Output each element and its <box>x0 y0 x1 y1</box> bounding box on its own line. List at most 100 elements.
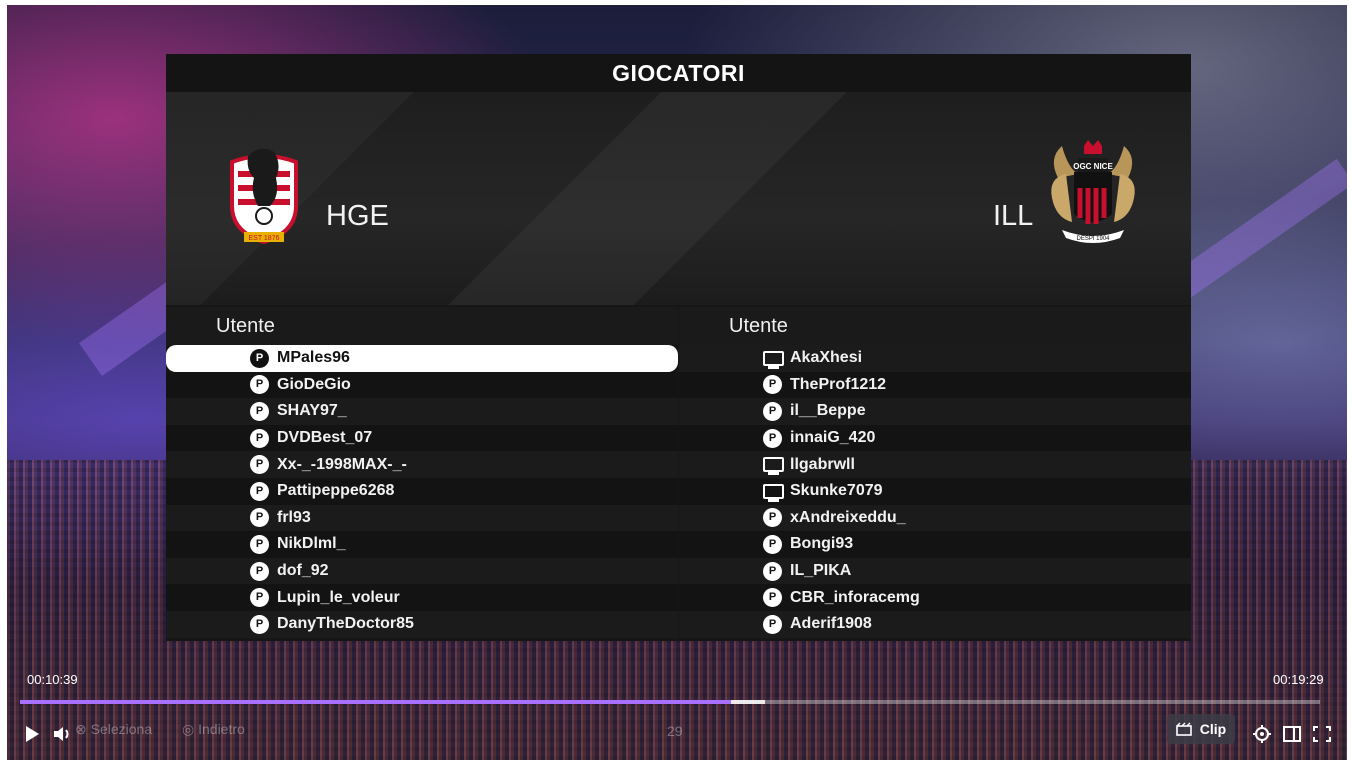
pc-icon <box>763 457 784 476</box>
player-row[interactable]: P DVDBest_07 <box>166 424 678 452</box>
seek-bar-buffered <box>731 700 765 704</box>
player-name: llgabrwll <box>790 455 855 473</box>
player-name: Bongi93 <box>790 535 854 553</box>
player-row[interactable]: P NikDlml_ <box>166 531 678 558</box>
player-row[interactable]: Skunke7079 <box>679 477 1191 505</box>
playstation-icon: P <box>250 588 269 608</box>
clip-label: Clip <box>1199 721 1227 737</box>
player-row[interactable]: P Lupin_le_voleur <box>166 584 678 611</box>
circle-button-icon: ◎ <box>182 721 195 737</box>
player-name: DVDBest_07 <box>277 429 373 447</box>
player-name: xAndreixeddu_ <box>790 508 906 526</box>
players-panel: GIOCATORI EST 1876 HGE ILL OGC NICE DESP… <box>166 54 1191 641</box>
player-row[interactable]: Pfrl93 <box>166 504 678 532</box>
fullscreen-icon[interactable] <box>1313 726 1331 742</box>
clip-button[interactable]: Clip <box>1167 714 1235 744</box>
home-team-name: HGE <box>326 200 389 232</box>
player-name: Aderif1908 <box>790 615 872 633</box>
playstation-icon: P <box>763 428 782 448</box>
pc-icon <box>763 483 784 502</box>
player-row[interactable]: AkaXhesi <box>679 345 1191 372</box>
player-name: dof_92 <box>277 562 329 580</box>
player-row[interactable]: P Aderif1908 <box>679 610 1191 638</box>
playstation-icon: P <box>763 561 782 581</box>
playstation-icon: P <box>763 508 782 528</box>
playstation-icon: P <box>250 455 269 475</box>
player-name: il__Beppe <box>790 402 866 420</box>
player-row[interactable]: PxAndreixeddu_ <box>679 504 1191 532</box>
away-team-name: ILL <box>993 200 1034 232</box>
playstation-icon: P <box>250 428 269 448</box>
player-row[interactable]: PinnaiG_420 <box>679 424 1191 452</box>
away-players-list: AkaXhesi P TheProf1212 Pil__Beppe PinnaiG_42… <box>679 345 1191 638</box>
seek-bar[interactable] <box>20 700 1320 704</box>
home-players-list: P MPales96 P GioDeGio P SHAY97_ P DVDBest_07 P Xx… <box>166 345 678 638</box>
player-row[interactable]: P MPales96 <box>166 345 678 372</box>
player-row[interactable]: P GioDeGio <box>166 371 678 399</box>
player-row[interactable]: Pdof_92 <box>166 557 678 585</box>
playstation-icon: P <box>763 588 782 608</box>
away-team-crest: OGC NICE DESPI 1904 <box>1051 140 1135 243</box>
svg-text:DESPI 1904: DESPI 1904 <box>1076 236 1110 242</box>
home-column-header: Utente <box>166 307 678 345</box>
player-name: Skunke7079 <box>790 482 883 500</box>
player-row[interactable]: P DanyTheDoctor85 <box>166 610 678 638</box>
playstation-icon: P <box>250 614 269 634</box>
panel-title: GIOCATORI <box>166 54 1191 92</box>
playstation-icon: P <box>250 401 269 421</box>
player-name: CBR_inforacemg <box>790 588 920 606</box>
player-row[interactable]: P SHAY97_ <box>166 398 678 425</box>
volume-icon[interactable] <box>53 725 73 743</box>
playstation-icon: P <box>763 534 782 554</box>
game-hint-back: ◎ Indietro <box>182 721 245 737</box>
player-name: IL_PIKA <box>790 562 852 580</box>
playstation-icon: P <box>250 534 269 554</box>
player-row[interactable]: P IL_PIKA <box>679 557 1191 585</box>
player-name: AkaXhesi <box>790 349 863 367</box>
teams-header: EST 1876 HGE ILL OGC NICE DESPI 1904 <box>166 92 1191 305</box>
player-name: MPales96 <box>277 349 350 367</box>
player-row[interactable]: Pil__Beppe <box>679 398 1191 425</box>
svg-text:EST 1876: EST 1876 <box>248 235 279 242</box>
player-row[interactable]: P Pattipeppe6268 <box>166 477 678 505</box>
player-row[interactable]: P TheProf1212 <box>679 371 1191 399</box>
settings-gear-icon[interactable] <box>1253 725 1271 743</box>
svg-text:OGC NICE: OGC NICE <box>1073 162 1113 171</box>
player-name: DanyTheDoctor85 <box>277 615 414 633</box>
clip-icon <box>1175 722 1192 736</box>
player-name: NikDlml_ <box>277 535 346 553</box>
playstation-icon: P <box>250 348 269 368</box>
seek-bar-played <box>20 700 732 704</box>
play-icon[interactable] <box>24 725 40 743</box>
game-hint-select: ⊗ Seleziona <box>75 721 153 737</box>
away-column-header: Utente <box>679 307 1191 345</box>
game-hint-number: 29 <box>667 723 683 739</box>
player-name: Xx-_-1998MAX-_- <box>277 455 407 473</box>
player-name: SHAY97_ <box>277 402 347 420</box>
playstation-icon: P <box>250 508 269 528</box>
player-name: GioDeGio <box>277 375 351 393</box>
home-team-crest: EST 1876 <box>230 148 298 245</box>
player-row[interactable]: P Xx-_-1998MAX-_- <box>166 451 678 478</box>
playstation-icon: P <box>250 375 269 395</box>
player-name: frl93 <box>277 508 311 526</box>
playstation-icon: P <box>250 561 269 581</box>
playstation-icon: P <box>250 481 269 501</box>
home-players-column: Utente P MPales96 P GioDeGio P SHAY97_ P DVDBes… <box>166 307 678 638</box>
player-name: Lupin_le_voleur <box>277 588 400 606</box>
playstation-icon: P <box>763 375 782 395</box>
away-players-column: Utente AkaXhesi P TheProf1212 Pil__Beppe Pin… <box>679 307 1191 638</box>
player-name: TheProf1212 <box>790 375 887 393</box>
player-row[interactable]: P CBR_inforacemg <box>679 584 1191 611</box>
playstation-icon: P <box>763 614 782 634</box>
player-row[interactable]: P Bongi93 <box>679 531 1191 558</box>
total-time: 00:19:29 <box>1273 672 1324 687</box>
video-player[interactable]: GIOCATORI EST 1876 HGE ILL OGC NICE DESP… <box>7 5 1347 760</box>
player-name: Pattipeppe6268 <box>277 482 395 500</box>
current-time: 00:10:39 <box>27 672 78 687</box>
cross-button-icon: ⊗ <box>75 721 87 737</box>
player-row[interactable]: llgabrwll <box>679 451 1191 478</box>
players-lists: Utente P MPales96 P GioDeGio P SHAY97_ P DVDBes… <box>166 307 1191 641</box>
theatre-mode-icon[interactable] <box>1283 726 1301 742</box>
player-name: innaiG_420 <box>790 429 876 447</box>
